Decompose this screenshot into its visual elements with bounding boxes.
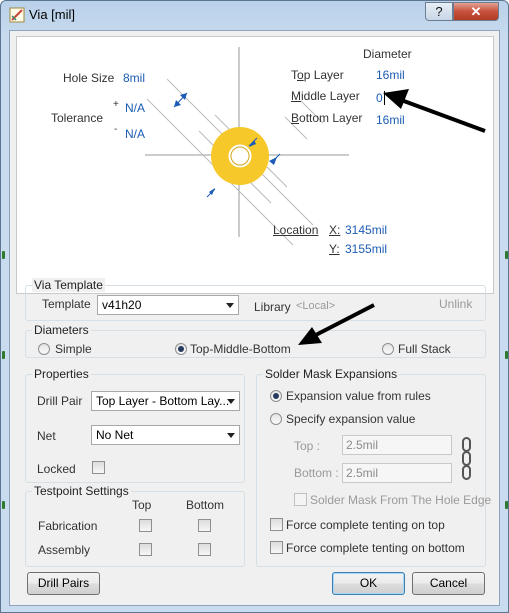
top-middle-bottom-radio-label[interactable]: Top-Middle-Bottom [190, 342, 291, 356]
location-y-value[interactable]: 3155mil [345, 242, 387, 256]
tent-bottom-label[interactable]: Force complete tenting on bottom [286, 541, 465, 555]
via-template-group: Via Template Template v41h20 Library <Lo… [25, 278, 486, 321]
via-template-title: Via Template [32, 278, 105, 292]
properties-title: Properties [32, 367, 91, 381]
close-button[interactable]: ✕ [453, 2, 499, 21]
fabrication-bottom-checkbox[interactable] [198, 519, 211, 532]
net-dropdown[interactable]: No Net [91, 425, 240, 445]
mask-bottom-label: Bottom : [294, 466, 339, 480]
net-label: Net [37, 429, 56, 443]
locked-checkbox[interactable] [92, 461, 105, 474]
specify-expansion-label[interactable]: Specify expansion value [286, 412, 415, 426]
ok-button[interactable]: OK [332, 572, 405, 595]
middle-layer-diameter-value[interactable]: 0 [376, 91, 385, 105]
location-x-label: X: [329, 223, 341, 237]
fabrication-top-checkbox[interactable] [139, 519, 152, 532]
top-layer-label: Top Layer [291, 68, 344, 82]
template-dropdown[interactable]: v41h20 [97, 295, 239, 315]
top-middle-bottom-radio[interactable] [175, 343, 187, 355]
dialog-client-area: Hole Size 8mil Tolerance + N/A - N/A Dia… [9, 30, 500, 606]
via-app-icon [9, 7, 25, 23]
drill-pair-dropdown[interactable]: Top Layer - Bottom Lay... [91, 391, 240, 411]
chain-link-icon[interactable] [461, 437, 473, 481]
hole-size-label: Hole Size [63, 71, 115, 85]
drill-pairs-button[interactable]: Drill Pairs [27, 572, 100, 595]
template-dropdown-value: v41h20 [102, 298, 142, 312]
testpoint-top-header: Top [132, 498, 152, 512]
template-label: Template [42, 297, 91, 311]
location-x-value[interactable]: 3145mil [345, 223, 387, 237]
fabrication-label: Fabrication [38, 519, 98, 533]
mask-from-hole-edge-label: Solder Mask From The Hole Edge [310, 493, 492, 507]
hole-size-value[interactable]: 8mil [123, 71, 145, 85]
unlink-button[interactable]: Unlink [439, 297, 472, 311]
annotation-arrow-2 [298, 303, 375, 345]
full-stack-radio-label[interactable]: Full Stack [398, 342, 451, 356]
assembly-bottom-checkbox[interactable] [198, 543, 211, 556]
mask-from-hole-edge-checkbox[interactable] [294, 493, 307, 506]
window-title: Via [mil] [29, 7, 75, 22]
bottom-layer-label: Bottom Layer [291, 111, 363, 125]
drill-pair-label: Drill Pair [37, 394, 83, 408]
specify-expansion-radio[interactable] [270, 413, 282, 425]
tent-top-label[interactable]: Force complete tenting on top [286, 518, 445, 532]
via-preview-panel: Hole Size 8mil Tolerance + N/A - N/A Dia… [16, 36, 494, 294]
library-label: Library [254, 300, 291, 314]
tent-bottom-checkbox[interactable] [270, 541, 283, 554]
assembly-top-checkbox[interactable] [139, 543, 152, 556]
diameters-group: Diameters Simple Top-Middle-Bottom Full … [25, 303, 486, 358]
resize-grip-left [2, 351, 5, 359]
simple-radio[interactable] [38, 343, 50, 355]
net-dropdown-value: No Net [96, 428, 134, 442]
resize-grip-left [2, 501, 5, 509]
properties-group: Properties Drill Pair Top Layer - Bottom… [25, 367, 245, 483]
location-label: Location [273, 223, 319, 237]
testpoint-title: Testpoint Settings [32, 484, 131, 498]
diameters-title: Diameters [32, 323, 91, 337]
testpoint-bottom-header: Bottom [186, 498, 225, 512]
top-layer-diameter-value[interactable]: 16mil [376, 68, 405, 82]
simple-radio-label[interactable]: Simple [55, 342, 92, 356]
resize-grip-left [2, 251, 5, 259]
full-stack-radio[interactable] [382, 343, 394, 355]
testpoint-group: Testpoint Settings Top Bottom Fabricatio… [25, 484, 245, 567]
mask-top-label: Top : [294, 439, 321, 453]
title-bar[interactable]: Via [mil] ? ✕ [1, 1, 508, 29]
resize-grip-right [505, 351, 508, 359]
solder-mask-title: Solder Mask Expansions [263, 367, 400, 381]
resize-grip-right [505, 251, 508, 259]
expansion-from-rules-radio[interactable] [270, 390, 282, 402]
tent-top-checkbox[interactable] [270, 518, 283, 531]
resize-grip-right [505, 501, 508, 509]
chevron-down-icon [227, 399, 235, 404]
chevron-down-icon [227, 433, 235, 438]
mask-bottom-input[interactable]: 2.5mil [342, 463, 452, 483]
mask-top-input[interactable]: 2.5mil [342, 435, 452, 455]
drill-pair-dropdown-value: Top Layer - Bottom Lay... [96, 394, 230, 408]
diameter-heading: Diameter [363, 47, 412, 61]
expansion-from-rules-label[interactable]: Expansion value from rules [286, 389, 431, 403]
tolerance-plus-value[interactable]: N/A [125, 101, 145, 115]
tolerance-label: Tolerance [51, 111, 104, 125]
via-dialog-window: Via [mil] ? ✕ Hole Size 8mil Tolerance +… [0, 0, 509, 613]
chevron-down-icon [226, 303, 234, 308]
location-y-label: Y: [329, 242, 340, 256]
middle-layer-label: Middle Layer [291, 89, 360, 103]
locked-label: Locked [37, 462, 76, 476]
tolerance-minus-value[interactable]: N/A [125, 127, 145, 141]
bottom-layer-diameter-value[interactable]: 16mil [376, 113, 405, 127]
assembly-label: Assembly [38, 543, 91, 557]
cancel-button[interactable]: Cancel [412, 572, 485, 595]
tolerance-plus-sign: + [113, 99, 119, 110]
annotation-arrow [392, 95, 486, 133]
tolerance-minus-sign: - [114, 124, 118, 135]
help-button[interactable]: ? [425, 2, 453, 21]
solder-mask-group: Solder Mask Expansions Expansion value f… [256, 367, 491, 567]
